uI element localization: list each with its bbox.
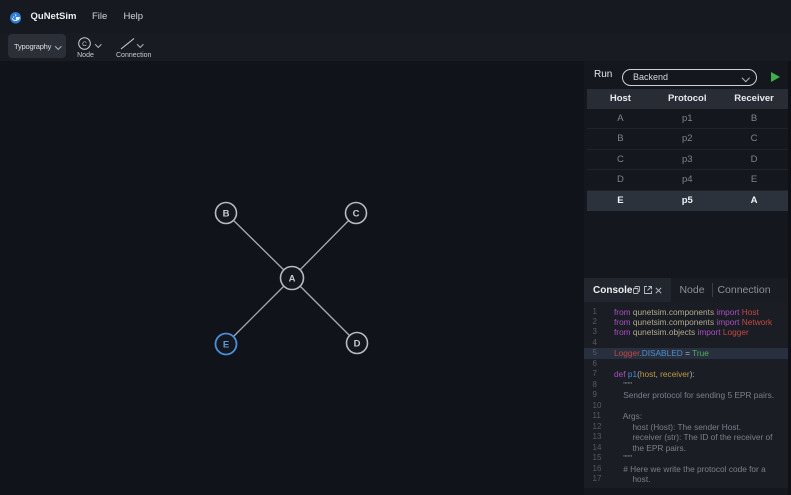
svg-text:C: C bbox=[82, 41, 87, 48]
svg-text:D: D bbox=[354, 339, 361, 350]
svg-text:E: E bbox=[223, 340, 229, 351]
svg-text:C: C bbox=[353, 209, 360, 220]
svg-text:A: A bbox=[289, 274, 296, 285]
svg-text:B: B bbox=[223, 209, 230, 220]
